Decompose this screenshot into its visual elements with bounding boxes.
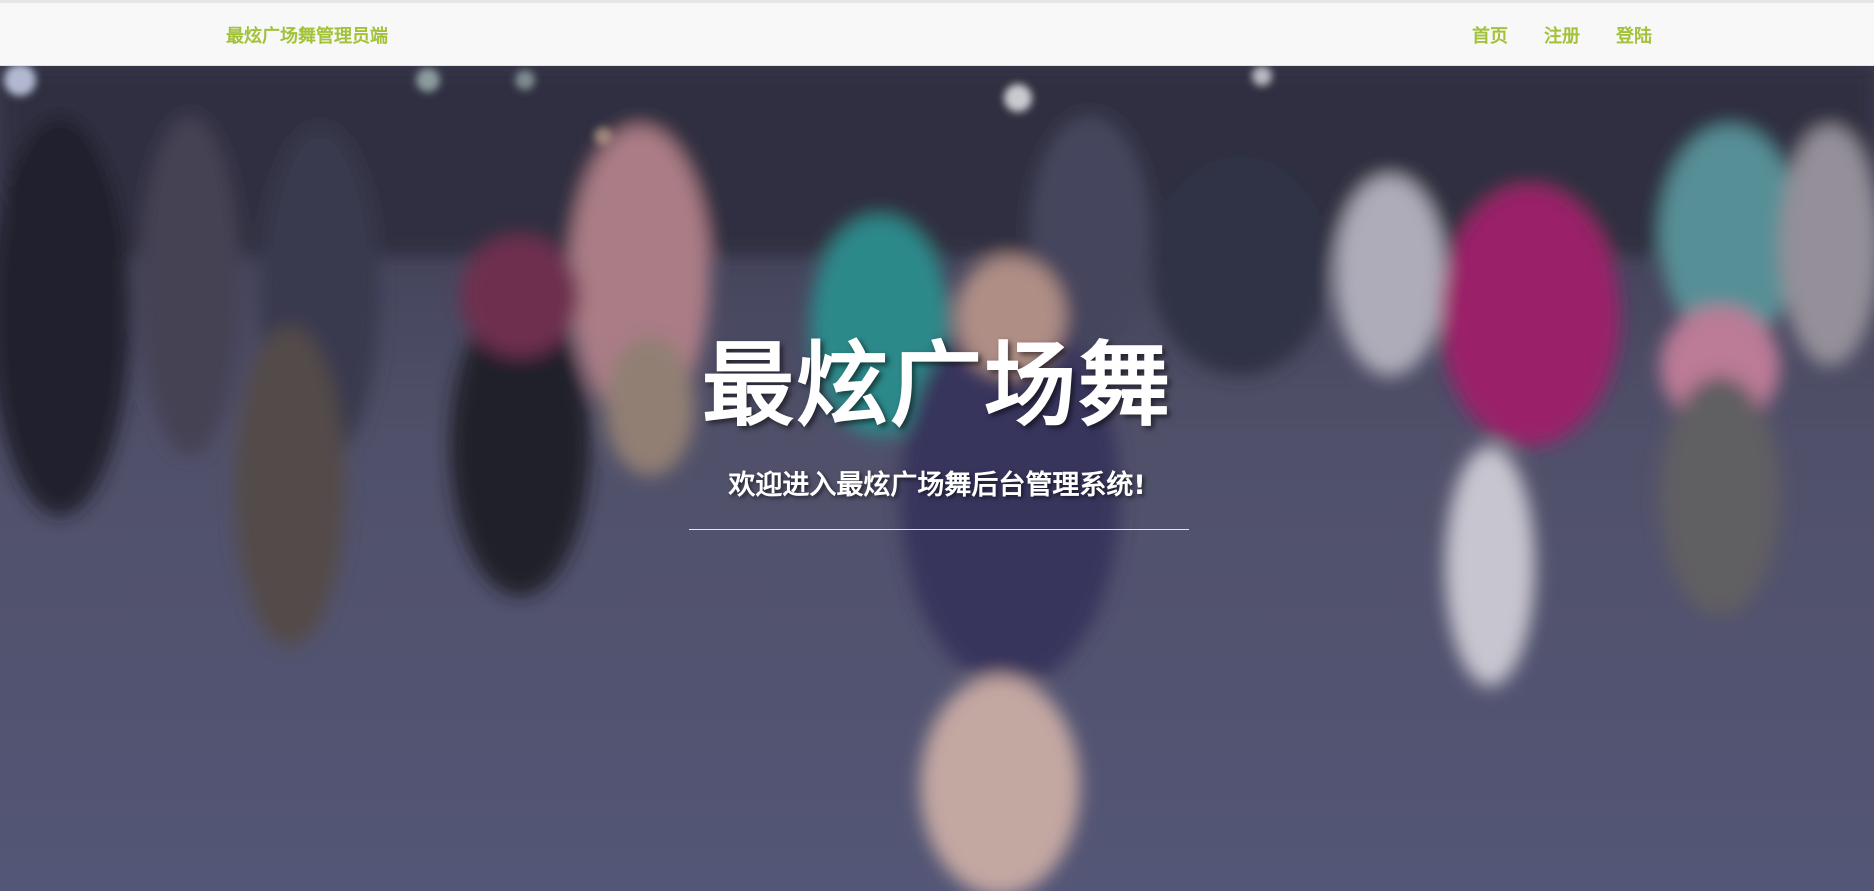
hero-title: 最炫广场舞 (701, 332, 1172, 439)
nav-register-link[interactable]: 注册 (1544, 22, 1580, 48)
nav-home-link[interactable]: 首页 (1472, 22, 1508, 48)
nav-links: 首页 注册 登陆 (1472, 22, 1652, 48)
hero-subtitle: 欢迎进入最炫广场舞后台管理系统! (728, 470, 1146, 501)
brand-link[interactable]: 最炫广场舞管理员端 (226, 22, 388, 48)
nav-login-link[interactable]: 登陆 (1616, 22, 1652, 48)
hero-divider (689, 529, 1189, 530)
top-navbar: 最炫广场舞管理员端 首页 注册 登陆 (0, 0, 1874, 66)
hero-banner: 最炫广场舞 欢迎进入最炫广场舞后台管理系统! (0, 66, 1874, 891)
